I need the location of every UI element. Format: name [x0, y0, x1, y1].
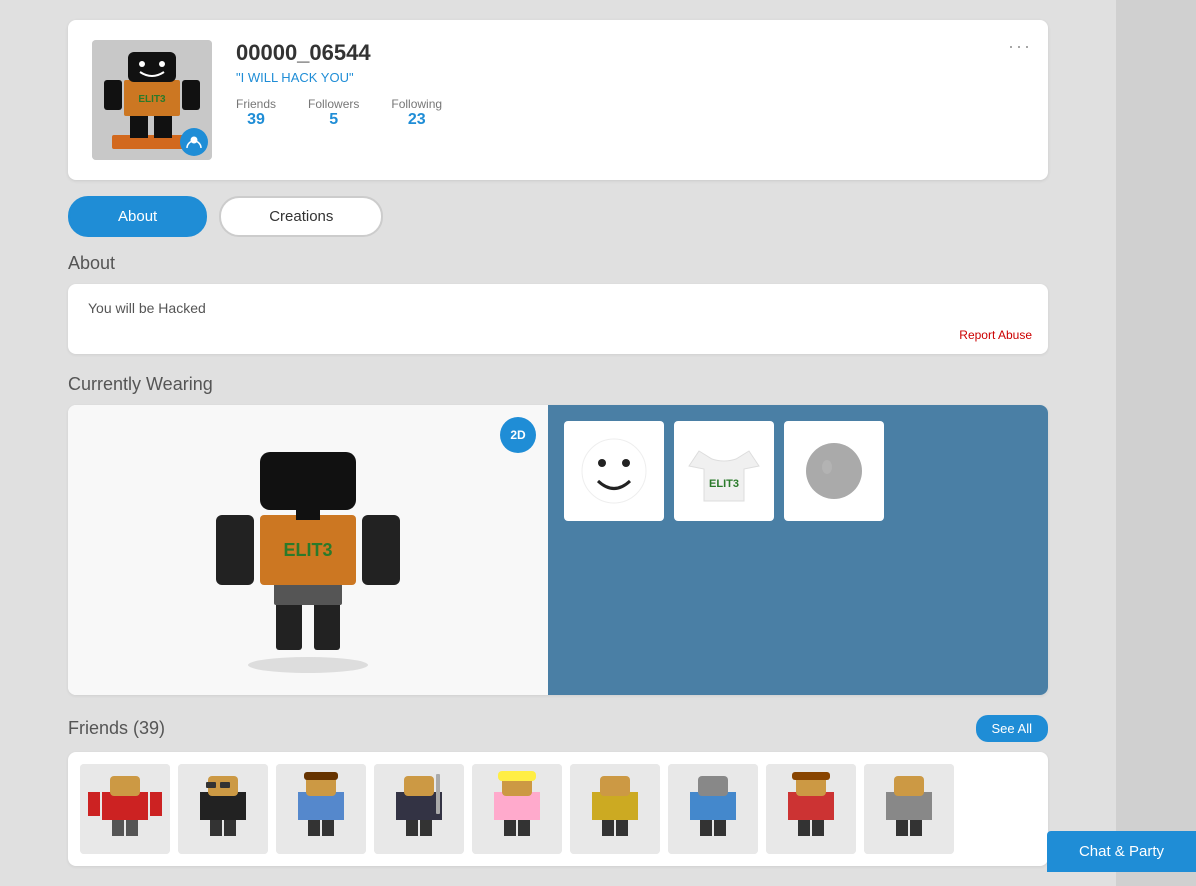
about-section-title: About	[68, 253, 1048, 274]
friend-avatar-5[interactable]	[472, 764, 562, 854]
friend-avatar-9[interactable]	[864, 764, 954, 854]
following-label: Following	[391, 97, 442, 111]
friend-avatar-2[interactable]	[178, 764, 268, 854]
friend-avatar-8[interactable]	[766, 764, 856, 854]
wearing-section: Currently Wearing	[68, 374, 1048, 695]
profile-info: 00000_06544 "I WILL HACK YOU" Friends 39…	[236, 40, 1024, 129]
wearing-3d-view: ELIT3 2D	[68, 405, 548, 695]
profile-tagline: "I WILL HACK YOU"	[236, 70, 1024, 85]
profile-card: ELIT3	[68, 20, 1048, 180]
wearing-card: ELIT3 2D	[68, 405, 1048, 695]
2d-badge[interactable]: 2D	[500, 417, 536, 453]
svg-text:ELIT3: ELIT3	[283, 540, 332, 560]
profile-stats: Friends 39 Followers 5 Following 23	[236, 97, 1024, 129]
friends-row	[68, 752, 1048, 866]
about-box: You will be Hacked Report Abuse	[68, 284, 1048, 354]
friend-avatar-3[interactable]	[276, 764, 366, 854]
character-3d-svg: ELIT3	[188, 420, 428, 680]
right-gutter	[1116, 0, 1196, 886]
report-abuse-link[interactable]: Report Abuse	[959, 328, 1032, 342]
friends-header: Friends (39) See All	[68, 715, 1048, 742]
item-smiley[interactable]	[564, 421, 664, 521]
svg-text:ELIT3: ELIT3	[709, 478, 739, 490]
avatar-wrapper: ELIT3	[92, 40, 212, 160]
stat-following: Following 23	[391, 97, 442, 129]
more-options-button[interactable]: ···	[1008, 36, 1032, 57]
friend-avatar-1[interactable]	[80, 764, 170, 854]
see-all-friends-button[interactable]: See All	[976, 715, 1048, 742]
tabs-row: About Creations	[68, 196, 1048, 237]
following-count: 23	[408, 111, 426, 129]
wearing-items-grid: ELIT3	[548, 405, 1048, 695]
stat-followers: Followers 5	[308, 97, 359, 129]
friend-avatar-6[interactable]	[570, 764, 660, 854]
chat-party-bar[interactable]: Chat & Party	[1047, 831, 1196, 872]
friend-avatar-4[interactable]	[374, 764, 464, 854]
profile-username: 00000_06544	[236, 40, 1024, 66]
svg-text:ELIT3: ELIT3	[138, 94, 166, 105]
followers-count: 5	[329, 111, 338, 129]
friends-count: 39	[247, 111, 265, 129]
friends-label: Friends	[236, 97, 276, 111]
about-description: You will be Hacked	[88, 300, 1028, 316]
wearing-title: Currently Wearing	[68, 374, 1048, 395]
friend-avatar-7[interactable]	[668, 764, 758, 854]
avatar-badge	[180, 128, 208, 156]
tab-about[interactable]: About	[68, 196, 207, 237]
followers-label: Followers	[308, 97, 359, 111]
friends-title: Friends (39)	[68, 718, 165, 739]
item-head[interactable]	[784, 421, 884, 521]
tab-creations[interactable]: Creations	[219, 196, 383, 237]
stat-friends: Friends 39	[236, 97, 276, 129]
item-shirt[interactable]: ELIT3	[674, 421, 774, 521]
